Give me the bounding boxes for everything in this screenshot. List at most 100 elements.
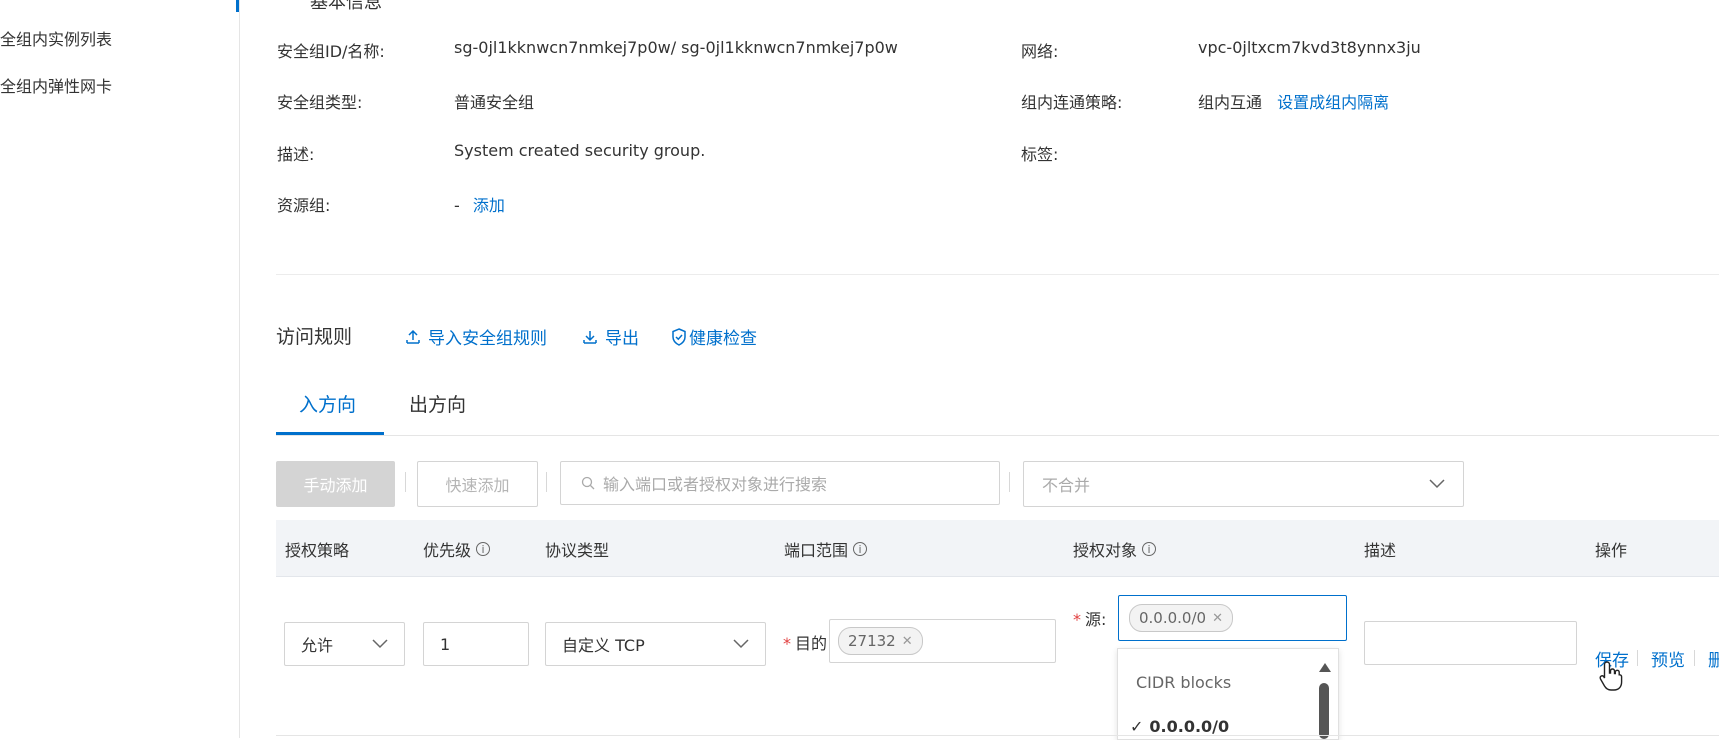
column-header-label: 端口范围 [784, 541, 849, 560]
section-title-basic-info: 基本信息 [310, 0, 382, 13]
description-value: System created security group. [454, 141, 706, 160]
port-range-prefix: * 目的 [783, 630, 827, 654]
row-divider [276, 735, 1719, 736]
cidr-dropdown[interactable]: CIDR blocks ✓ 0.0.0.0/0 [1117, 648, 1339, 740]
section-divider [276, 274, 1719, 275]
search-placeholder: 输入端口或者授权对象进行搜索 [603, 475, 828, 494]
download-icon [583, 329, 597, 345]
hand-pointer-icon [1598, 660, 1624, 692]
sidebar-item-instance-list[interactable]: 安全组内实例列表 [0, 26, 112, 50]
resource-group-label: 资源组: [277, 196, 331, 215]
network-label: 网络: [1021, 42, 1059, 61]
toolbar-separator [546, 472, 547, 492]
merge-select-value: 不合并 [1042, 476, 1091, 495]
policy-select[interactable]: 允许 [284, 622, 405, 666]
import-rules-button[interactable]: 导入安全组规则 [406, 324, 547, 349]
column-header-port-range: 端口范围 i [784, 537, 868, 561]
security-group-type-label: 安全组类型: [277, 93, 363, 112]
import-rules-label: 导入安全组规则 [428, 329, 547, 349]
column-header-label: 授权对象 [1073, 541, 1138, 560]
info-icon[interactable]: i [853, 542, 868, 556]
source-tag-label: 0.0.0.0/0 [1139, 609, 1207, 627]
action-separator [1694, 650, 1695, 666]
source-prefix: * 源: [1073, 606, 1106, 630]
port-tag-label: 27132 [848, 632, 896, 650]
intra-group-policy-value: 组内互通 设置成组内隔离 [1198, 89, 1389, 113]
description-input[interactable] [1364, 621, 1577, 665]
cidr-option-label: 0.0.0.0/0 [1149, 717, 1230, 736]
intra-group-policy-text: 组内互通 [1198, 93, 1263, 112]
source-prefix-label: 源: [1085, 610, 1107, 629]
source-input[interactable]: 0.0.0.0/0 ✕ [1118, 595, 1347, 641]
search-input[interactable]: 输入端口或者授权对象进行搜索 [560, 461, 1000, 505]
upload-icon [406, 329, 420, 345]
column-header-label: 描述 [1364, 541, 1397, 560]
active-tab-underline [276, 432, 384, 435]
column-header-description: 描述 [1364, 537, 1396, 561]
close-icon[interactable]: ✕ [902, 634, 913, 649]
access-rules-title: 访问规则 [276, 326, 353, 348]
port-prefix-label: 目的 [795, 634, 828, 653]
column-header-label: 优先级 [423, 541, 472, 560]
security-group-type-value: 普通安全组 [454, 93, 535, 112]
sidebar-item-label: 安全组内实例列表 [0, 30, 113, 49]
dropdown-scrollbar[interactable] [1318, 663, 1331, 739]
close-icon[interactable]: ✕ [1212, 611, 1223, 626]
intra-group-policy-label: 组内连通策略: [1021, 93, 1123, 112]
column-header-label: 授权策略 [285, 541, 350, 560]
priority-value: 1 [440, 634, 451, 654]
source-tag: 0.0.0.0/0 ✕ [1129, 604, 1233, 632]
toolbar-separator [1009, 472, 1010, 492]
sidebar-item-label: 安全组内弹性网卡 [0, 77, 113, 96]
info-icon[interactable]: i [476, 542, 491, 556]
column-header-priority: 优先级 i [423, 537, 491, 561]
delete-link[interactable]: 删除 [1708, 646, 1719, 671]
resource-group-dash: - [454, 196, 460, 215]
column-header-source: 授权对象 i [1073, 537, 1157, 561]
required-mark: * [1073, 610, 1081, 629]
cidr-option[interactable]: ✓ 0.0.0.0/0 [1130, 717, 1229, 736]
column-header-label: 协议类型 [545, 541, 610, 560]
add-resource-group-link[interactable]: 添加 [473, 196, 505, 215]
shield-check-icon [671, 327, 687, 346]
protocol-select[interactable]: 自定义 TCP [545, 622, 766, 666]
tags-label: 标签: [1021, 145, 1059, 164]
export-button[interactable]: 导出 [583, 324, 639, 349]
port-tag: 27132 ✕ [838, 627, 923, 655]
column-header-label: 操作 [1595, 541, 1628, 560]
sidebar-item-eni-list[interactable]: 安全组内弹性网卡 [0, 73, 112, 97]
protocol-select-value: 自定义 TCP [562, 636, 645, 655]
policy-select-value: 允许 [301, 636, 334, 655]
checkmark-icon: ✓ [1130, 717, 1144, 736]
description-label: 描述: [277, 145, 315, 164]
scroll-thumb[interactable] [1319, 683, 1329, 739]
table-header [276, 520, 1719, 577]
required-mark: * [783, 634, 791, 653]
column-header-protocol: 协议类型 [545, 537, 609, 561]
manual-add-button[interactable]: 手动添加 [276, 461, 395, 507]
scroll-up-arrow-icon[interactable] [1319, 663, 1331, 672]
tab-inbound[interactable]: 入方向 [299, 390, 356, 417]
column-header-actions: 操作 [1595, 537, 1627, 561]
network-value: vpc-0jltxcm7kvd3t8ynnx3ju [1198, 38, 1421, 57]
tab-outbound[interactable]: 出方向 [409, 390, 466, 417]
preview-link[interactable]: 预览 [1651, 646, 1685, 671]
set-isolation-link[interactable]: 设置成组内隔离 [1277, 93, 1389, 112]
health-check-button[interactable]: 健康检查 [671, 324, 757, 349]
resource-group-value: - 添加 [454, 192, 505, 216]
quick-add-button[interactable]: 快速添加 [417, 461, 538, 507]
info-icon[interactable]: i [1142, 542, 1157, 556]
merge-select[interactable]: 不合并 [1023, 461, 1464, 507]
security-group-id-value: sg-0jl1kknwcn7nmkej7p0w/ sg-0jl1kknwcn7n… [454, 38, 898, 57]
chevron-down-icon [733, 639, 749, 649]
security-group-id-label: 安全组ID/名称: [277, 42, 385, 61]
priority-input[interactable]: 1 [423, 622, 529, 666]
cidr-dropdown-header: CIDR blocks [1136, 673, 1232, 692]
action-separator [1637, 650, 1638, 666]
export-label: 导出 [605, 329, 639, 349]
active-indicator [236, 0, 239, 12]
search-icon [581, 476, 595, 490]
tabs-divider [276, 435, 1719, 436]
port-range-input[interactable]: 27132 ✕ [829, 619, 1056, 663]
toolbar-separator [405, 472, 406, 492]
